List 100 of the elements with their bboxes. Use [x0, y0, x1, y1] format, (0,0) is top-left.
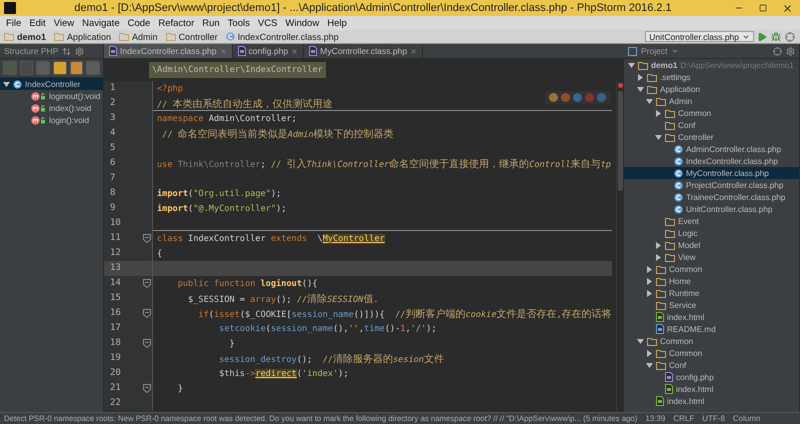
close-tab-icon[interactable] [220, 48, 226, 54]
maximize-icon[interactable] [759, 4, 767, 12]
tree-item[interactable]: index.html [624, 383, 799, 395]
fold-marker-icon[interactable] [143, 339, 151, 348]
menu-item[interactable]: Edit [25, 18, 50, 28]
menu-item[interactable]: View [50, 18, 78, 28]
editor-tab[interactable]: config.php [232, 44, 304, 58]
breadcrumb-item[interactable]: Controller [178, 32, 218, 42]
class-icon [13, 80, 22, 88]
tree-item[interactable]: Model [624, 239, 799, 251]
editor-tab[interactable]: IndexController.class.php [104, 44, 232, 58]
structure-item[interactable]: index():void [0, 102, 103, 114]
structure-item[interactable]: IndexController [0, 78, 103, 90]
tree-item[interactable]: .settings [624, 71, 799, 83]
collapsed-arrow-icon[interactable] [636, 74, 644, 80]
expanded-arrow-icon[interactable] [646, 362, 652, 368]
tree-item[interactable]: Conf [624, 119, 799, 131]
line-number: 16 [110, 308, 121, 319]
tree-item[interactable]: README.md [624, 323, 799, 335]
html-file-icon [656, 396, 664, 406]
run-button[interactable] [756, 30, 768, 42]
tree-item[interactable]: Event [624, 215, 799, 227]
tree-item[interactable]: Common [624, 335, 799, 347]
editor-tab[interactable]: MyController.class.php [304, 44, 424, 58]
expanded-arrow-icon[interactable] [2, 80, 10, 88]
collapsed-arrow-icon[interactable] [654, 110, 662, 116]
collapsed-arrow-icon[interactable] [646, 350, 652, 356]
collapsed-arrow-icon[interactable] [646, 290, 652, 296]
tree-item[interactable]: Common [624, 347, 799, 359]
line-separator[interactable]: CRLF [673, 414, 694, 423]
tree-item[interactable]: Home [624, 275, 799, 287]
structure-item[interactable]: login():void [0, 114, 103, 126]
tree-item-label: IndexController.class.php [686, 156, 778, 166]
tree-item[interactable]: UnitController.class.php [624, 203, 799, 215]
menu-item[interactable]: VCS [254, 18, 282, 28]
tree-item[interactable]: ProjectController.class.php [624, 179, 799, 191]
tree-item[interactable]: Logic [624, 227, 799, 239]
breadcrumb-item[interactable]: Application [67, 32, 112, 42]
settings-icon[interactable] [786, 46, 795, 56]
tree-item[interactable]: Common [624, 107, 799, 119]
caret-position[interactable]: 13:39 [645, 414, 666, 423]
tree-item[interactable]: index.html [624, 311, 799, 323]
breadcrumb-item[interactable]: demo1 [17, 32, 46, 42]
menu-item[interactable]: File [2, 18, 26, 28]
menu-item[interactable]: Help [323, 18, 351, 28]
column-mode[interactable]: Column [732, 414, 760, 423]
expanded-arrow-icon[interactable] [654, 134, 662, 140]
file-encoding[interactable]: UTF-8 [702, 414, 725, 423]
breadcrumb-item[interactable]: Admin [132, 32, 158, 42]
menu-item[interactable]: Window [281, 18, 324, 28]
run-config-dropdown[interactable]: UnitController.class.php [645, 31, 754, 42]
caret-icon[interactable] [671, 47, 680, 55]
scrollbar[interactable] [618, 91, 623, 191]
tree-item[interactable]: config.php [624, 371, 799, 383]
expanded-arrow-icon[interactable] [636, 86, 644, 92]
menu-item[interactable]: Navigate [78, 18, 124, 28]
fold-marker-icon[interactable] [143, 234, 151, 243]
code-line: session_destroy(); //清除服务器的sesion文件 [218, 352, 444, 366]
panel-title[interactable]: Project [641, 46, 668, 56]
structure-item-label: login():void [49, 116, 90, 124]
menu-item[interactable]: Run [198, 18, 224, 28]
fold-marker-icon[interactable] [143, 279, 151, 288]
settings-icon[interactable] [75, 46, 84, 56]
expanded-arrow-icon[interactable] [636, 338, 644, 344]
debug-button[interactable] [770, 30, 782, 42]
close-icon[interactable] [782, 2, 792, 14]
tree-item[interactable]: Runtime [624, 287, 799, 299]
collapsed-arrow-icon[interactable] [646, 278, 652, 284]
collapsed-arrow-icon[interactable] [654, 242, 662, 248]
line-number: 5 [110, 143, 116, 154]
tree-item[interactable]: View [624, 251, 799, 263]
tree-item[interactable]: IndexController.class.php [624, 155, 799, 167]
expand-icon[interactable] [62, 46, 72, 56]
breadcrumb-item[interactable]: IndexController.class.php [238, 32, 339, 42]
menu-item[interactable]: Tools [224, 18, 254, 28]
tree-item[interactable]: Service [624, 299, 799, 311]
close-tab-icon[interactable] [291, 48, 298, 54]
expanded-arrow-icon[interactable] [628, 62, 634, 68]
tree-item[interactable]: Application [624, 83, 799, 95]
tree-item[interactable]: AdminController.class.php [624, 143, 799, 155]
fold-marker-icon[interactable] [143, 384, 151, 393]
menu-item[interactable]: Code [124, 18, 154, 28]
tree-item-label: Event [678, 216, 699, 226]
tree-item[interactable]: MyController.class.php [624, 167, 799, 179]
fold-marker-icon[interactable] [143, 309, 151, 318]
collapsed-arrow-icon[interactable] [654, 254, 662, 260]
tree-item[interactable]: TraineeController.class.php [624, 191, 799, 203]
tree-item[interactable]: demo1 D:\AppServ\www\project\demo1 [624, 59, 799, 71]
scroll-from-source-icon[interactable] [773, 46, 782, 56]
tree-item[interactable]: Admin [624, 95, 799, 107]
tree-item[interactable]: Controller [624, 131, 799, 143]
collapsed-arrow-icon[interactable] [646, 266, 652, 272]
menu-item[interactable]: Refactor [154, 18, 198, 28]
structure-item[interactable]: loginout():void [0, 90, 103, 102]
expanded-arrow-icon[interactable] [646, 98, 652, 104]
tree-item[interactable]: index.html [624, 395, 799, 407]
tree-item[interactable]: Common [624, 263, 799, 275]
close-tab-icon[interactable] [410, 48, 418, 54]
tree-item[interactable]: Conf [624, 359, 799, 371]
line-number: 18 [110, 338, 121, 349]
